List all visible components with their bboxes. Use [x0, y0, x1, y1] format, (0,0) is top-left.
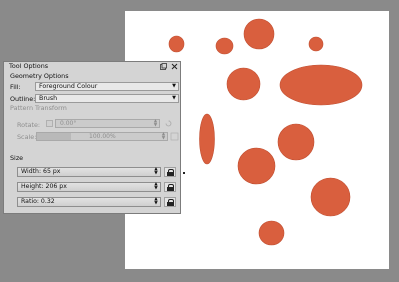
pattern-transform-label: Pattern Transform	[10, 104, 67, 112]
ellipse-shape[interactable]	[168, 35, 185, 53]
ellipse-shape[interactable]	[199, 113, 215, 165]
size-label: Size	[10, 154, 24, 162]
spin-arrows-icon: ▲ ▼	[161, 132, 166, 141]
fill-label: Fill:	[10, 83, 21, 91]
tool-options-title: Tool Options	[9, 62, 49, 70]
ellipse-shape[interactable]	[243, 18, 275, 50]
cursor-crosshair	[183, 172, 185, 174]
spin-arrows-icon: ▲ ▼	[153, 119, 158, 128]
spin-arrows-icon: ▲ ▼	[154, 197, 158, 206]
ellipse-shape[interactable]	[258, 220, 285, 246]
height-lock-icon[interactable]	[164, 182, 176, 192]
tool-options-panel: Tool Options Geometry Options Fill: Fore…	[3, 61, 181, 214]
geometry-options-label: Geometry Options	[10, 72, 69, 80]
ellipse-shape[interactable]	[226, 67, 261, 101]
rotate-checkbox[interactable]	[46, 120, 53, 127]
chevron-down-icon: ▼	[172, 95, 176, 101]
ellipse-shape[interactable]	[279, 64, 363, 106]
ellipse-shape[interactable]	[237, 147, 276, 185]
scale-spinbox[interactable]: 100.00% ▲ ▼	[36, 132, 168, 141]
width-lock-icon[interactable]	[164, 167, 176, 177]
ratio-field[interactable]: Ratio: 0.32 ▲ ▼	[17, 197, 161, 207]
scale-label: Scale:	[17, 133, 37, 141]
ellipse-shape[interactable]	[308, 36, 324, 52]
ellipse-shape[interactable]	[277, 123, 315, 161]
scale-value: 100.00%	[89, 133, 116, 140]
outline-value: Brush	[39, 95, 58, 102]
rotate-spinbox[interactable]: 0.00° ▲ ▼	[55, 119, 160, 128]
spin-arrows-icon: ▲ ▼	[154, 167, 158, 176]
close-icon[interactable]	[171, 63, 178, 70]
rotate-value: 0.00°	[60, 120, 77, 127]
height-field[interactable]: Height: 206 px ▲ ▼	[17, 182, 161, 192]
scale-link-icon[interactable]	[170, 132, 179, 141]
width-field[interactable]: Width: 65 px ▲ ▼	[17, 167, 161, 177]
fill-combobox[interactable]: Foreground Colour ▼	[35, 82, 179, 91]
height-value: Height: 206 px	[21, 183, 67, 190]
fill-value: Foreground Colour	[39, 83, 98, 90]
rotate-label: Rotate:	[17, 121, 41, 129]
ratio-value: Ratio: 0.32	[21, 198, 55, 205]
ratio-lock-icon[interactable]	[164, 197, 176, 207]
width-value: Width: 65 px	[21, 168, 61, 175]
rotate-reset-icon[interactable]	[164, 119, 173, 128]
outline-combobox[interactable]: Brush ▼	[35, 94, 179, 103]
tool-options-titlebar[interactable]: Tool Options	[4, 62, 180, 71]
ellipse-shape[interactable]	[215, 37, 234, 55]
spin-arrows-icon: ▲ ▼	[154, 182, 158, 191]
chevron-down-icon: ▼	[172, 83, 176, 89]
float-icon[interactable]	[160, 63, 167, 70]
outline-label: Outline:	[10, 95, 36, 103]
ellipse-shape[interactable]	[310, 177, 351, 217]
